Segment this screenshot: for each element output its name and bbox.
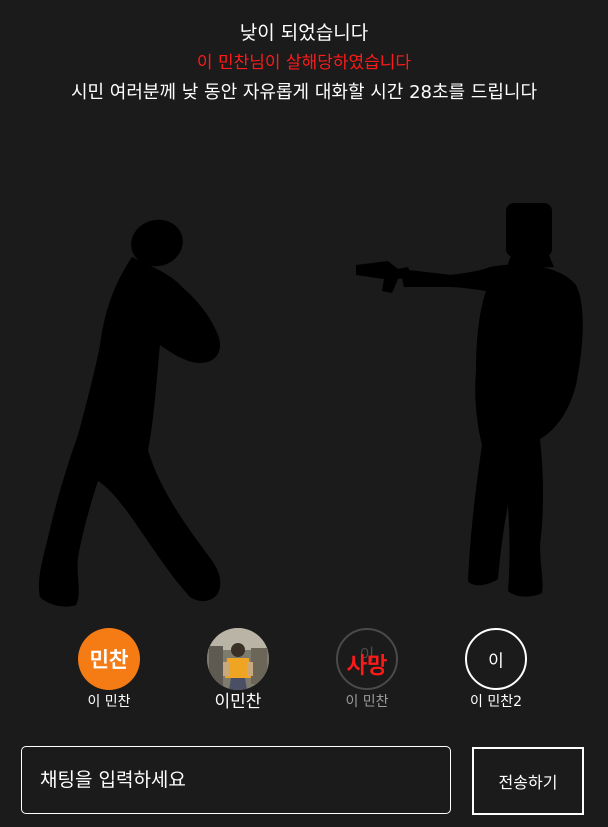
game-screen: 낮이 되었습니다 이 민찬님이 살해당하였습니다 시민 여러분께 낮 동안 자유… <box>0 0 608 827</box>
player-list: 민찬 이 민찬 이민찬 이 사망 이 민찬 이 이 민찬2 <box>0 628 608 718</box>
avatar-initials: 민찬 <box>89 648 129 672</box>
player-name: 이 민찬 <box>345 694 389 710</box>
player-card[interactable]: 이민찬 <box>188 628 288 711</box>
profile-photo-icon <box>207 628 269 690</box>
player-avatar[interactable]: 이 <box>465 628 527 690</box>
execution-scene-illustration <box>38 203 583 607</box>
player-name: 이민찬 <box>214 692 262 712</box>
player-avatar[interactable]: 이 사망 <box>336 628 398 690</box>
discussion-notice: 시민 여러분께 낮 동안 자유롭게 대화할 시간 28초를 드립니다 <box>70 82 538 103</box>
chat-input[interactable] <box>21 746 451 814</box>
player-card[interactable]: 민찬 이 민찬 <box>59 628 159 711</box>
death-label: 사망 <box>346 653 388 679</box>
player-avatar-photo[interactable] <box>207 628 269 690</box>
send-button[interactable]: 전송하기 <box>472 747 584 815</box>
shooter-silhouette <box>356 203 583 597</box>
player-card-dead[interactable]: 이 사망 이 민찬 <box>317 628 417 711</box>
victim-silhouette <box>38 219 221 607</box>
avatar-initials: 이 <box>488 651 504 672</box>
kill-notice: 이 민찬님이 살해당하였습니다 <box>196 53 412 73</box>
player-name: 이 민찬 <box>87 694 131 710</box>
player-avatar[interactable]: 민찬 <box>78 628 140 690</box>
announcement-panel: 낮이 되었습니다 이 민찬님이 살해당하였습니다 시민 여러분께 낮 동안 자유… <box>0 18 608 108</box>
player-name: 이 민찬2 <box>470 694 522 710</box>
day-phase-title: 낮이 되었습니다 <box>239 22 369 44</box>
player-card[interactable]: 이 이 민찬2 <box>446 628 546 711</box>
